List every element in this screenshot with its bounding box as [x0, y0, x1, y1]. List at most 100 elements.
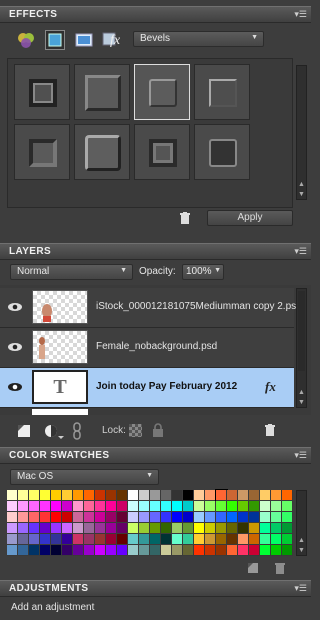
- color-swatch[interactable]: [84, 501, 95, 512]
- color-swatch[interactable]: [139, 501, 150, 512]
- color-swatch[interactable]: [117, 523, 128, 534]
- color-swatch[interactable]: [95, 501, 106, 512]
- color-swatch[interactable]: [18, 534, 29, 545]
- fx-icon[interactable]: fx: [102, 30, 124, 50]
- color-swatch[interactable]: [139, 512, 150, 523]
- adjustments-panel-header[interactable]: ADJUSTMENTS ▾☰: [0, 580, 311, 597]
- scroll-up-icon[interactable]: ▲: [296, 389, 307, 396]
- color-swatch[interactable]: [216, 523, 227, 534]
- color-swatch[interactable]: [194, 501, 205, 512]
- color-swatch[interactable]: [29, 501, 40, 512]
- color-swatch[interactable]: [150, 501, 161, 512]
- color-swatch[interactable]: [128, 545, 139, 556]
- color-swatch[interactable]: [249, 501, 260, 512]
- color-swatch[interactable]: [282, 534, 293, 545]
- layers-panel-header[interactable]: LAYERS ▾☰: [0, 243, 311, 260]
- color-swatch[interactable]: [216, 534, 227, 545]
- effects-panel-header[interactable]: EFFECTS ▾☰: [0, 6, 311, 23]
- opacity-field[interactable]: 100% ▼: [182, 264, 224, 280]
- color-swatch[interactable]: [260, 545, 271, 556]
- color-swatch[interactable]: [106, 501, 117, 512]
- color-swatch[interactable]: [84, 512, 95, 523]
- color-swatch[interactable]: [227, 534, 238, 545]
- color-swatch[interactable]: [84, 545, 95, 556]
- color-swatch[interactable]: [29, 512, 40, 523]
- color-swatch[interactable]: [238, 512, 249, 523]
- color-swatch[interactable]: [106, 490, 117, 501]
- color-swatch[interactable]: [216, 512, 227, 523]
- color-swatch[interactable]: [183, 523, 194, 534]
- swatch-library-select[interactable]: Mac OS ▼: [10, 469, 159, 485]
- color-swatch[interactable]: [282, 501, 293, 512]
- scroll-up-icon[interactable]: ▲: [296, 537, 307, 544]
- color-swatch[interactable]: [161, 523, 172, 534]
- color-swatch[interactable]: [62, 512, 73, 523]
- color-swatch[interactable]: [172, 523, 183, 534]
- color-swatch[interactable]: [139, 523, 150, 534]
- color-swatch[interactable]: [260, 490, 271, 501]
- color-swatch[interactable]: [18, 545, 29, 556]
- effect-tile[interactable]: [194, 124, 250, 180]
- color-swatch[interactable]: [183, 490, 194, 501]
- color-swatch[interactable]: [260, 512, 271, 523]
- color-swatch[interactable]: [271, 501, 282, 512]
- color-swatch[interactable]: [227, 490, 238, 501]
- color-swatch[interactable]: [29, 534, 40, 545]
- color-swatch[interactable]: [29, 490, 40, 501]
- color-swatch[interactable]: [194, 534, 205, 545]
- color-swatch[interactable]: [205, 545, 216, 556]
- color-swatch[interactable]: [249, 512, 260, 523]
- color-swatch[interactable]: [227, 512, 238, 523]
- color-swatch[interactable]: [282, 523, 293, 534]
- color-swatch[interactable]: [18, 501, 29, 512]
- color-swatch[interactable]: [183, 534, 194, 545]
- color-swatch[interactable]: [62, 490, 73, 501]
- color-swatch[interactable]: [172, 501, 183, 512]
- effect-tile[interactable]: [134, 124, 190, 180]
- color-swatch[interactable]: [128, 501, 139, 512]
- new-swatch-icon[interactable]: [247, 562, 259, 574]
- color-swatch[interactable]: [51, 501, 62, 512]
- color-swatch[interactable]: [271, 534, 282, 545]
- layer-row-active[interactable]: T Join today Pay February 2012 fx: [0, 368, 294, 408]
- color-swatch[interactable]: [29, 545, 40, 556]
- color-swatch[interactable]: [106, 512, 117, 523]
- color-swatch[interactable]: [7, 534, 18, 545]
- color-swatch[interactable]: [139, 534, 150, 545]
- color-swatch[interactable]: [172, 490, 183, 501]
- swatch-grid[interactable]: [7, 489, 293, 556]
- color-swatch[interactable]: [227, 545, 238, 556]
- scroll-up-icon[interactable]: ▲: [296, 181, 307, 188]
- effect-tile[interactable]: [14, 124, 70, 180]
- color-swatch[interactable]: [172, 545, 183, 556]
- color-swatch[interactable]: [172, 534, 183, 545]
- eye-icon[interactable]: [7, 301, 23, 313]
- color-swatch[interactable]: [227, 523, 238, 534]
- color-swatch[interactable]: [29, 523, 40, 534]
- color-swatch[interactable]: [95, 512, 106, 523]
- menu-icon[interactable]: ▾☰: [294, 583, 307, 594]
- effect-tile[interactable]: [14, 64, 70, 120]
- color-swatch[interactable]: [117, 512, 128, 523]
- color-swatch[interactable]: [249, 534, 260, 545]
- color-swatch[interactable]: [73, 501, 84, 512]
- color-swatch[interactable]: [7, 501, 18, 512]
- lock-icon[interactable]: [152, 423, 164, 437]
- color-swatch[interactable]: [95, 534, 106, 545]
- link-icon[interactable]: [72, 422, 82, 440]
- color-swatch[interactable]: [271, 523, 282, 534]
- color-swatch[interactable]: [271, 490, 282, 501]
- color-swatch[interactable]: [249, 490, 260, 501]
- color-swatch[interactable]: [73, 512, 84, 523]
- effect-tile[interactable]: [194, 64, 250, 120]
- color-swatch[interactable]: [271, 545, 282, 556]
- color-swatch[interactable]: [51, 523, 62, 534]
- photo-effect-icon[interactable]: [75, 32, 93, 48]
- color-swatch[interactable]: [139, 545, 150, 556]
- scroll-down-icon[interactable]: ▼: [296, 399, 307, 406]
- color-swatch[interactable]: [128, 523, 139, 534]
- color-swatch[interactable]: [84, 523, 95, 534]
- color-swatch[interactable]: [40, 523, 51, 534]
- color-swatch[interactable]: [183, 501, 194, 512]
- color-swatch[interactable]: [73, 490, 84, 501]
